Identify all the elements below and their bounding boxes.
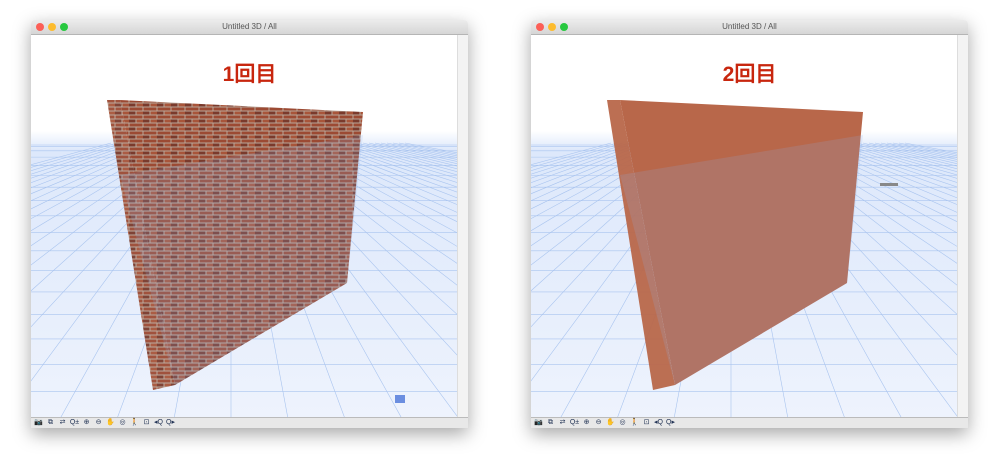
next-zoom-icon[interactable]: Q▸ <box>165 418 176 428</box>
zoom-out-icon[interactable]: ⊖ <box>593 418 604 428</box>
3d-window-2: Untitled 3D / All 2回目 📷 ⧉ ⇄ Q± ⊕ ⊖ ✋ ◎ 🚶 ⊡ ◂Q Q▸ <box>531 20 968 428</box>
fit-icon[interactable]: ⊡ <box>641 418 652 428</box>
fit-icon[interactable]: ⊡ <box>141 418 152 428</box>
window-title: Untitled 3D / All <box>722 22 777 31</box>
title-bar[interactable]: Untitled 3D / All <box>531 20 968 35</box>
zoom-icon[interactable]: Q± <box>69 418 80 428</box>
3d-viewport[interactable] <box>531 35 958 418</box>
minimize-button[interactable] <box>548 23 556 31</box>
zoom-button[interactable] <box>60 23 68 31</box>
camera-icon[interactable]: 📷 <box>33 418 44 428</box>
zoom-in-icon[interactable]: ⊕ <box>581 418 592 428</box>
title-bar[interactable]: Untitled 3D / All <box>31 20 468 35</box>
window-title: Untitled 3D / All <box>222 22 277 31</box>
zoom-out-icon[interactable]: ⊖ <box>93 418 104 428</box>
zoom-icon[interactable]: Q± <box>569 418 580 428</box>
attempt-label: 1回目 <box>222 63 277 86</box>
previous-zoom-icon[interactable]: ◂Q <box>153 418 164 428</box>
view-indicator-icon <box>880 183 898 186</box>
next-zoom-icon[interactable]: Q▸ <box>665 418 676 428</box>
minimize-button[interactable] <box>48 23 56 31</box>
close-button[interactable] <box>536 23 544 31</box>
orbit-icon[interactable]: ◎ <box>617 418 628 428</box>
pan-icon[interactable]: ✋ <box>605 418 616 428</box>
view-indicator-icon <box>395 395 405 403</box>
navigation-toolbar: 📷 ⧉ ⇄ Q± ⊕ ⊖ ✋ ◎ 🚶 ⊡ ◂Q Q▸ <box>31 417 468 428</box>
3d-window-1: Untitled 3D / All 1回目 📷 ⧉ ⇄ Q± ⊕ ⊖ ✋ ◎ 🚶 ⊡ ◂Q Q▸ <box>31 20 468 428</box>
zoom-window-icon[interactable]: ⧉ <box>45 418 56 428</box>
close-button[interactable] <box>36 23 44 31</box>
walk-icon[interactable]: 🚶 <box>129 418 140 428</box>
camera-icon[interactable]: 📷 <box>533 418 544 428</box>
navigation-toolbar: 📷 ⧉ ⇄ Q± ⊕ ⊖ ✋ ◎ 🚶 ⊡ ◂Q Q▸ <box>531 417 968 428</box>
3d-viewport[interactable] <box>31 35 458 418</box>
previous-zoom-icon[interactable]: ◂Q <box>653 418 664 428</box>
explore-icon[interactable]: ⇄ <box>557 418 568 428</box>
zoom-window-icon[interactable]: ⧉ <box>545 418 556 428</box>
vertical-scrollbar[interactable] <box>457 35 468 418</box>
attempt-label: 2回目 <box>722 63 777 86</box>
explore-icon[interactable]: ⇄ <box>57 418 68 428</box>
vertical-scrollbar[interactable] <box>957 35 968 418</box>
orbit-icon[interactable]: ◎ <box>117 418 128 428</box>
walk-icon[interactable]: 🚶 <box>629 418 640 428</box>
zoom-button[interactable] <box>560 23 568 31</box>
pan-icon[interactable]: ✋ <box>105 418 116 428</box>
zoom-in-icon[interactable]: ⊕ <box>81 418 92 428</box>
